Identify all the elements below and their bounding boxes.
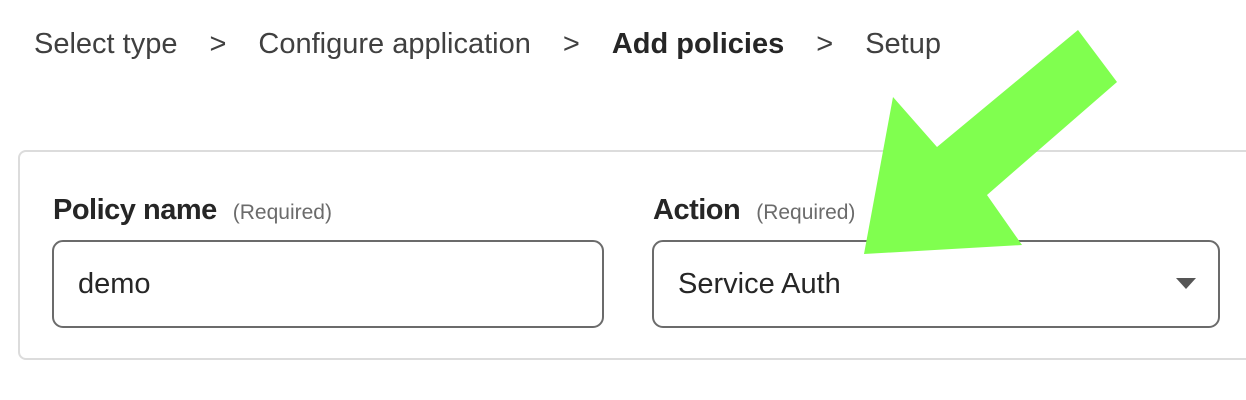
action-select-value: Service Auth <box>678 267 841 300</box>
breadcrumb: Select type > Configure application > Ad… <box>34 24 941 64</box>
policy-name-label: Policy name (Required) <box>53 194 332 227</box>
breadcrumb-separator: > <box>209 27 227 60</box>
breadcrumb-separator: > <box>562 27 580 60</box>
action-select[interactable]: Service Auth <box>652 240 1220 328</box>
policy-name-input[interactable]: demo <box>52 240 604 328</box>
chevron-down-icon[interactable] <box>1176 278 1196 289</box>
breadcrumb-step-setup[interactable]: Setup <box>865 28 941 61</box>
policy-name-label-text: Policy name <box>53 194 217 226</box>
action-label: Action (Required) <box>653 194 855 227</box>
breadcrumb-step-select-type[interactable]: Select type <box>34 28 177 61</box>
action-label-text: Action <box>653 194 741 226</box>
breadcrumb-step-add-policies: Add policies <box>611 27 785 60</box>
breadcrumb-separator: > <box>816 27 834 60</box>
policy-name-input-value: demo <box>78 267 151 300</box>
action-required-hint: (Required) <box>756 201 856 224</box>
breadcrumb-step-configure-application[interactable]: Configure application <box>258 28 530 61</box>
policy-form-card: Policy name (Required) demo Action (Requ… <box>18 150 1246 360</box>
page: Select type > Configure application > Ad… <box>0 0 1246 400</box>
policy-name-required-hint: (Required) <box>232 201 332 224</box>
